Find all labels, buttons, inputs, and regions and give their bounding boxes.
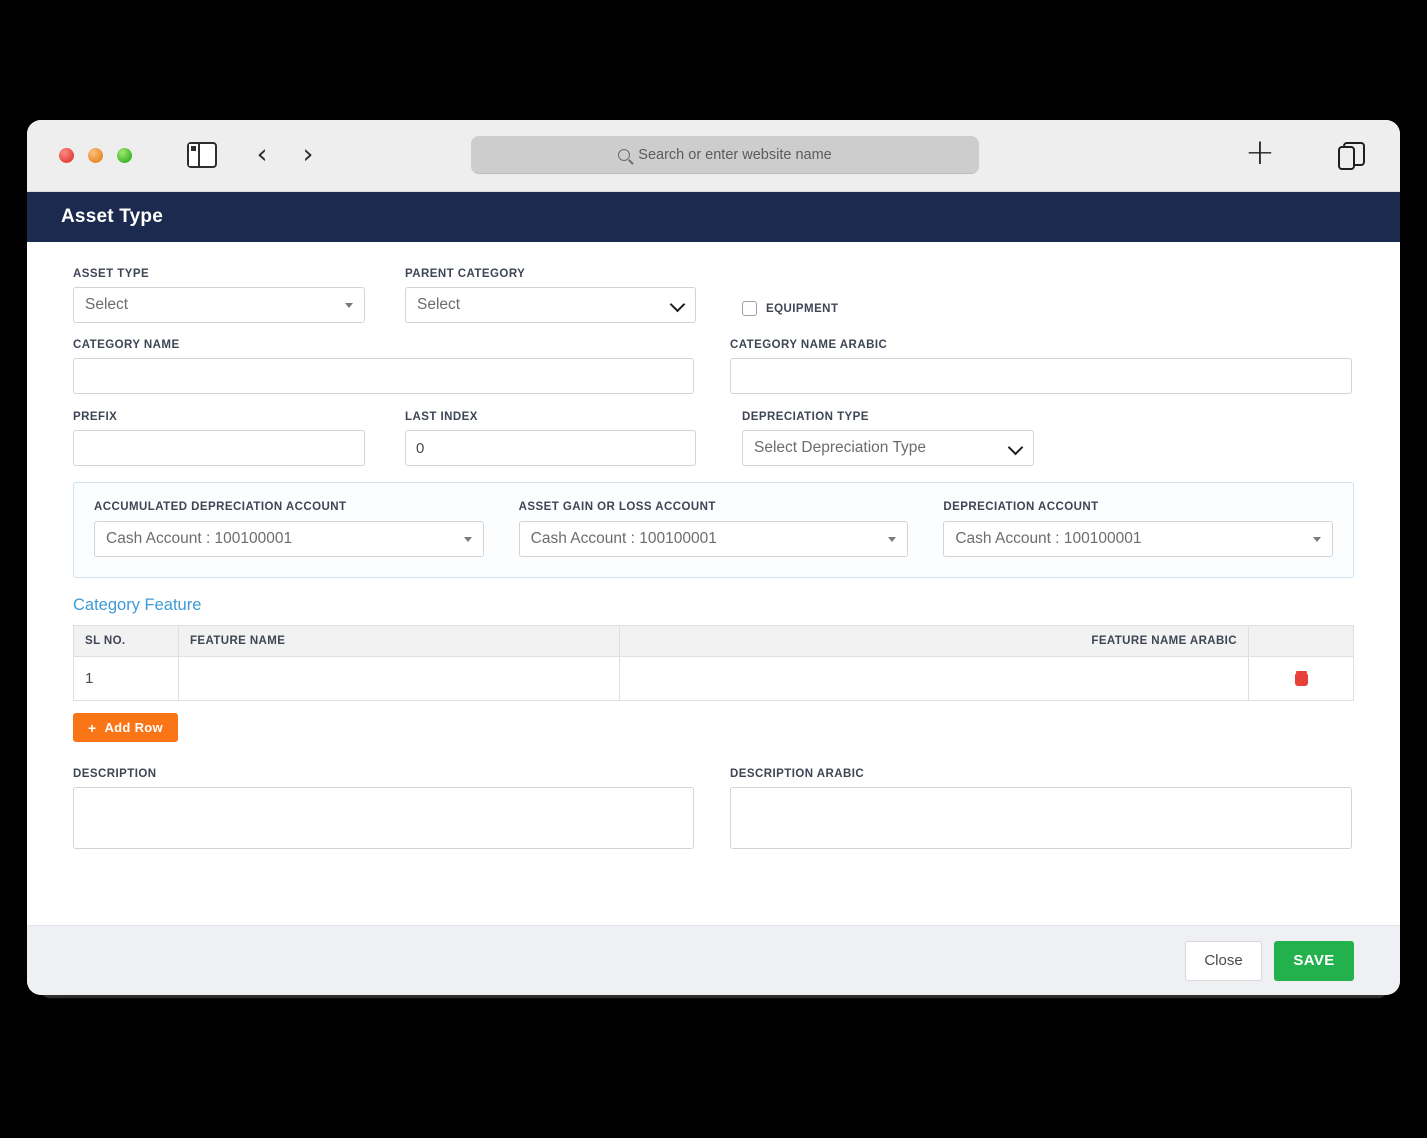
form-body: ASSET TYPE Select PARENT CATEGORY Select: [27, 242, 1400, 925]
description-arabic-label: DESCRIPTION ARABIC: [730, 768, 865, 780]
cell-feature-name[interactable]: [177, 656, 621, 701]
category-name-label: CATEGORY NAME: [73, 339, 180, 351]
field-equipment[interactable]: EQUIPMENT: [742, 268, 838, 323]
equipment-checkbox[interactable]: [742, 301, 757, 316]
chevron-down-icon: [1313, 537, 1322, 542]
field-description: DESCRIPTION: [73, 768, 694, 854]
minimize-window-button[interactable]: [88, 148, 103, 163]
dialog-footer: Close SAVE: [27, 925, 1400, 995]
form-row-2: CATEGORY NAME CATEGORY NAME ARABIC: [73, 339, 1354, 394]
column-header-feature-name: FEATURE NAME: [177, 625, 621, 657]
description-arabic-textarea[interactable]: [730, 787, 1352, 849]
close-window-button[interactable]: [59, 148, 74, 163]
asset-type-label: ASSET TYPE: [73, 268, 150, 280]
accumulated-depreciation-account-select[interactable]: Cash Account : 100100001: [94, 521, 484, 557]
form-row-3: PREFIX LAST INDEX DEPRECIATION TYPE Sele…: [73, 411, 1354, 466]
page-title: Asset Type: [61, 206, 163, 227]
prefix-label: PREFIX: [73, 411, 118, 423]
close-button[interactable]: Close: [1185, 940, 1262, 981]
category-feature-title: Category Feature: [73, 596, 202, 614]
field-asset-type: ASSET TYPE Select: [73, 268, 365, 323]
equipment-label: EQUIPMENT: [766, 302, 839, 315]
forward-icon[interactable]: ›: [295, 140, 321, 170]
column-header-feature-name-arabic: FEATURE NAME ARABIC: [619, 625, 1249, 657]
search-placeholder: Search or enter website name: [638, 146, 832, 163]
field-accumulated-depreciation-account: ACCUMULATED DEPRECIATION ACCOUNT Cash Ac…: [94, 501, 484, 557]
field-description-arabic: DESCRIPTION ARABIC: [730, 768, 1352, 854]
sidebar-toggle-icon[interactable]: [187, 142, 217, 168]
last-index-input[interactable]: [405, 430, 696, 466]
browser-chrome: ‹ › Search or enter website name +: [27, 120, 1400, 192]
window-controls: [59, 148, 132, 163]
description-textarea[interactable]: [73, 787, 694, 849]
column-header-sl-no: SL NO.: [73, 625, 179, 657]
field-depreciation-account: DEPRECIATION ACCOUNT Cash Account : 1001…: [943, 501, 1334, 557]
chevron-down-icon: [888, 537, 897, 542]
form-row-1: ASSET TYPE Select PARENT CATEGORY Select: [73, 268, 1354, 323]
field-category-name-arabic: CATEGORY NAME ARABIC: [730, 339, 1352, 394]
depreciation-type-label: DEPRECIATION TYPE: [742, 411, 869, 423]
cell-actions: [1248, 656, 1354, 701]
back-icon[interactable]: ‹: [249, 140, 275, 170]
field-prefix: PREFIX: [73, 411, 365, 466]
trash-icon[interactable]: [1294, 671, 1308, 686]
new-tab-icon[interactable]: +: [1243, 135, 1277, 171]
accumulated-depreciation-account-label: ACCUMULATED DEPRECIATION ACCOUNT: [94, 501, 347, 513]
depreciation-account-select[interactable]: Cash Account : 100100001: [943, 521, 1334, 557]
table-header-row: SL NO. FEATURE NAME FEATURE NAME ARABIC: [73, 625, 1354, 657]
chevron-down-icon: [345, 303, 353, 308]
add-row-label: Add Row: [104, 720, 163, 735]
maximize-window-button[interactable]: [117, 148, 132, 163]
last-index-label: LAST INDEX: [405, 411, 478, 423]
category-name-arabic-input[interactable]: [730, 358, 1352, 394]
app-header: Asset Type: [27, 192, 1400, 242]
cell-sl-no: 1: [73, 656, 179, 701]
field-depreciation-type: DEPRECIATION TYPE Select Depreciation Ty…: [742, 411, 1034, 466]
chevron-down-icon: [463, 537, 472, 542]
field-parent-category: PARENT CATEGORY Select: [405, 268, 696, 323]
address-search-bar[interactable]: Search or enter website name: [471, 136, 979, 174]
asset-gain-or-loss-account-select[interactable]: Cash Account : 100100001: [518, 521, 909, 557]
category-name-input[interactable]: [73, 358, 694, 394]
description-label: DESCRIPTION: [73, 768, 157, 780]
asset-type-select[interactable]: Select: [73, 287, 365, 323]
table-row: 1: [73, 656, 1354, 701]
category-feature-table: SL NO. FEATURE NAME FEATURE NAME ARABIC …: [73, 625, 1354, 701]
accounts-panel: ACCUMULATED DEPRECIATION ACCOUNT Cash Ac…: [73, 482, 1354, 578]
form-row-description: DESCRIPTION DESCRIPTION ARABIC: [73, 768, 1354, 854]
tabs-icon[interactable]: [1338, 142, 1365, 170]
asset-gain-or-loss-account-label: ASSET GAIN OR LOSS ACCOUNT: [518, 501, 716, 513]
save-button[interactable]: SAVE: [1274, 940, 1354, 981]
add-row-button[interactable]: + Add Row: [73, 713, 178, 742]
plus-icon: +: [88, 719, 97, 736]
field-last-index: LAST INDEX: [405, 411, 696, 466]
search-icon: [618, 148, 631, 161]
depreciation-account-label: DEPRECIATION ACCOUNT: [943, 501, 1099, 513]
page-background: ‹ › Search or enter website name + Asset…: [0, 0, 1427, 1138]
parent-category-label: PARENT CATEGORY: [405, 268, 526, 280]
category-name-arabic-label: CATEGORY NAME ARABIC: [730, 339, 888, 351]
prefix-input[interactable]: [73, 430, 365, 466]
browser-window: ‹ › Search or enter website name + Asset…: [27, 120, 1400, 995]
field-category-name: CATEGORY NAME: [73, 339, 694, 394]
depreciation-type-select[interactable]: Select Depreciation Type: [742, 430, 1034, 466]
column-header-actions: [1248, 625, 1354, 657]
field-asset-gain-or-loss-account: ASSET GAIN OR LOSS ACCOUNT Cash Account …: [518, 501, 909, 557]
cell-feature-name-arabic[interactable]: [619, 656, 1249, 701]
parent-category-select[interactable]: Select: [405, 287, 696, 323]
